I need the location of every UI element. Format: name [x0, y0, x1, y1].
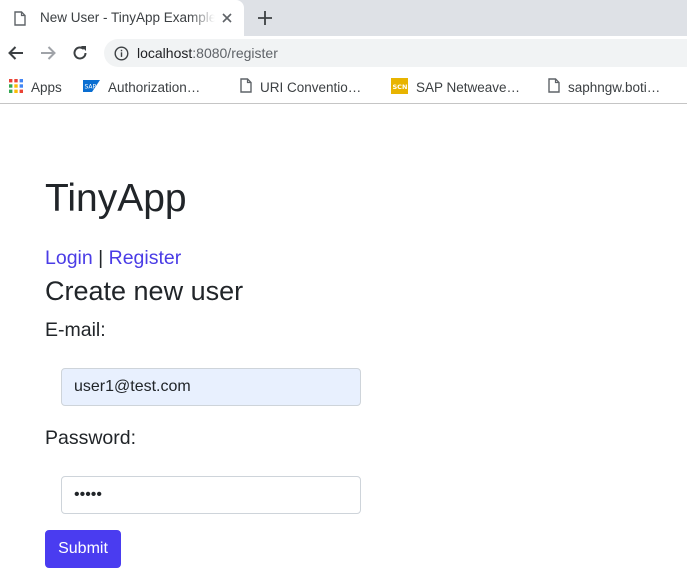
bookmarks-bar: Apps SAP Authorization… URI Conventio… S…: [0, 71, 687, 104]
reload-icon[interactable]: [70, 43, 90, 63]
bookmark-label: SAP Netweave…: [416, 79, 521, 95]
bookmark-saphngw[interactable]: saphngw.boti…: [548, 71, 660, 103]
password-field[interactable]: [61, 476, 361, 514]
page-content: TinyApp Login | Register Create new user…: [0, 104, 687, 588]
forward-arrow-icon[interactable]: [38, 43, 58, 63]
url-path: :8080/register: [192, 45, 278, 61]
page-icon: [548, 78, 560, 96]
svg-text:SAP: SAP: [85, 83, 97, 90]
app-title: TinyApp: [45, 177, 187, 220]
bookmark-label: Authorization…: [108, 79, 201, 95]
scn-logo-icon: SCN: [391, 77, 408, 97]
tab-title: New User - TinyApp Example: [40, 10, 215, 25]
nav-separator: |: [92, 247, 109, 269]
password-label: Password:: [45, 427, 137, 449]
url-text[interactable]: localhost:8080/register: [137, 45, 278, 61]
svg-text:SCN: SCN: [393, 83, 408, 91]
auth-nav: Login | Register: [45, 246, 181, 270]
info-icon[interactable]: [114, 46, 129, 66]
bookmark-label: saphngw.boti…: [568, 79, 661, 95]
close-icon[interactable]: [220, 11, 234, 25]
apps-grid-icon: [9, 78, 23, 96]
bookmark-sap-netweaver[interactable]: SCN SAP Netweave…: [391, 71, 520, 103]
back-arrow-icon[interactable]: [6, 43, 26, 63]
register-link[interactable]: Register: [109, 247, 182, 269]
form-heading: Create new user: [45, 276, 244, 306]
bookmark-label: Apps: [31, 79, 62, 95]
email-field[interactable]: [61, 368, 361, 406]
page-icon: [240, 78, 252, 96]
sap-logo-icon: SAP: [83, 79, 100, 95]
bookmark-apps[interactable]: Apps: [9, 71, 62, 103]
plus-icon[interactable]: [256, 9, 274, 27]
login-link[interactable]: Login: [45, 247, 93, 269]
browser-toolbar: localhost:8080/register: [0, 36, 687, 71]
submit-button[interactable]: Submit: [45, 530, 121, 568]
email-label: E-mail:: [45, 319, 106, 341]
browser-tab[interactable]: New User - TinyApp Example: [0, 0, 244, 36]
page-icon: [14, 11, 26, 31]
bookmark-label: URI Conventio…: [260, 79, 362, 95]
tab-strip: New User - TinyApp Example: [0, 0, 687, 36]
url-host: localhost: [137, 45, 193, 61]
bookmark-authorization[interactable]: SAP Authorization…: [83, 71, 200, 103]
address-bar[interactable]: localhost:8080/register: [104, 39, 687, 67]
bookmark-uri-conventions[interactable]: URI Conventio…: [240, 71, 361, 103]
